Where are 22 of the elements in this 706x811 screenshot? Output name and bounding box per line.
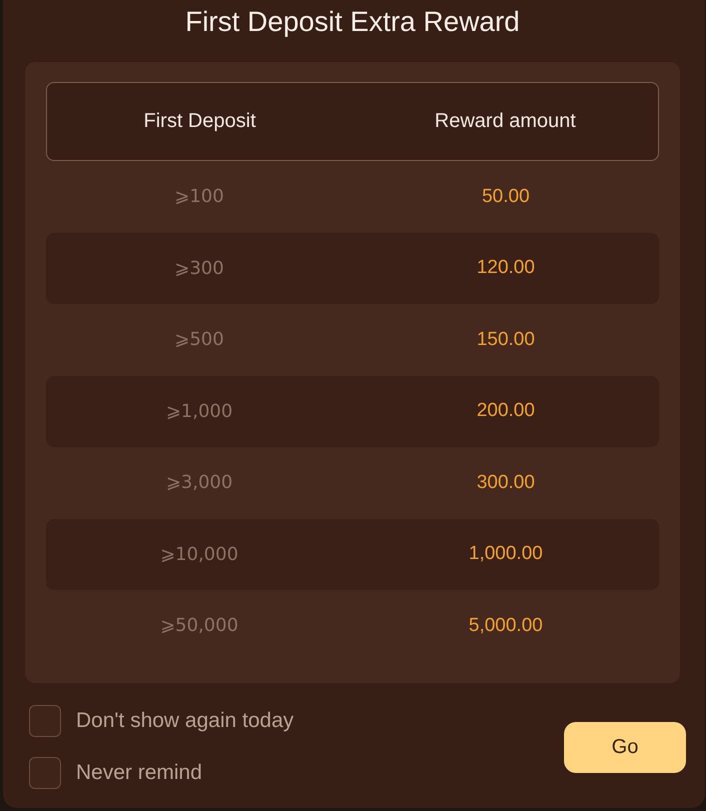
deposit-cell: ⩾1,000 — [166, 400, 233, 422]
reward-cell: 200.00 — [476, 400, 535, 422]
checkbox[interactable] — [29, 757, 61, 789]
deposit-cell: ⩾3,000 — [166, 472, 233, 494]
dialog-title: First Deposit Extra Reward — [185, 5, 520, 39]
deposit-cell: ⩾10,000 — [160, 544, 238, 565]
deposit-cell: ⩾300 — [174, 258, 224, 279]
column-header: Reward amount — [434, 110, 576, 133]
checkbox-label[interactable]: Don't show again today — [76, 709, 294, 733]
deposit-cell: ⩾500 — [174, 329, 224, 350]
reward-cell: 50.00 — [482, 186, 530, 208]
reward-cell: 1,000.00 — [468, 543, 543, 566]
deposit-cell: ⩾100 — [174, 186, 224, 208]
go-button[interactable]: Go — [564, 722, 686, 772]
checkbox[interactable] — [29, 705, 61, 737]
reward-cell: 120.00 — [476, 257, 535, 280]
reward-cell: 5,000.00 — [468, 614, 543, 637]
reward-cell: 300.00 — [476, 472, 535, 494]
column-header: First Deposit — [144, 110, 256, 133]
checkbox-label[interactable]: Never remind — [76, 761, 202, 785]
reward-cell: 150.00 — [476, 328, 535, 351]
deposit-cell: ⩾50,000 — [160, 615, 238, 636]
